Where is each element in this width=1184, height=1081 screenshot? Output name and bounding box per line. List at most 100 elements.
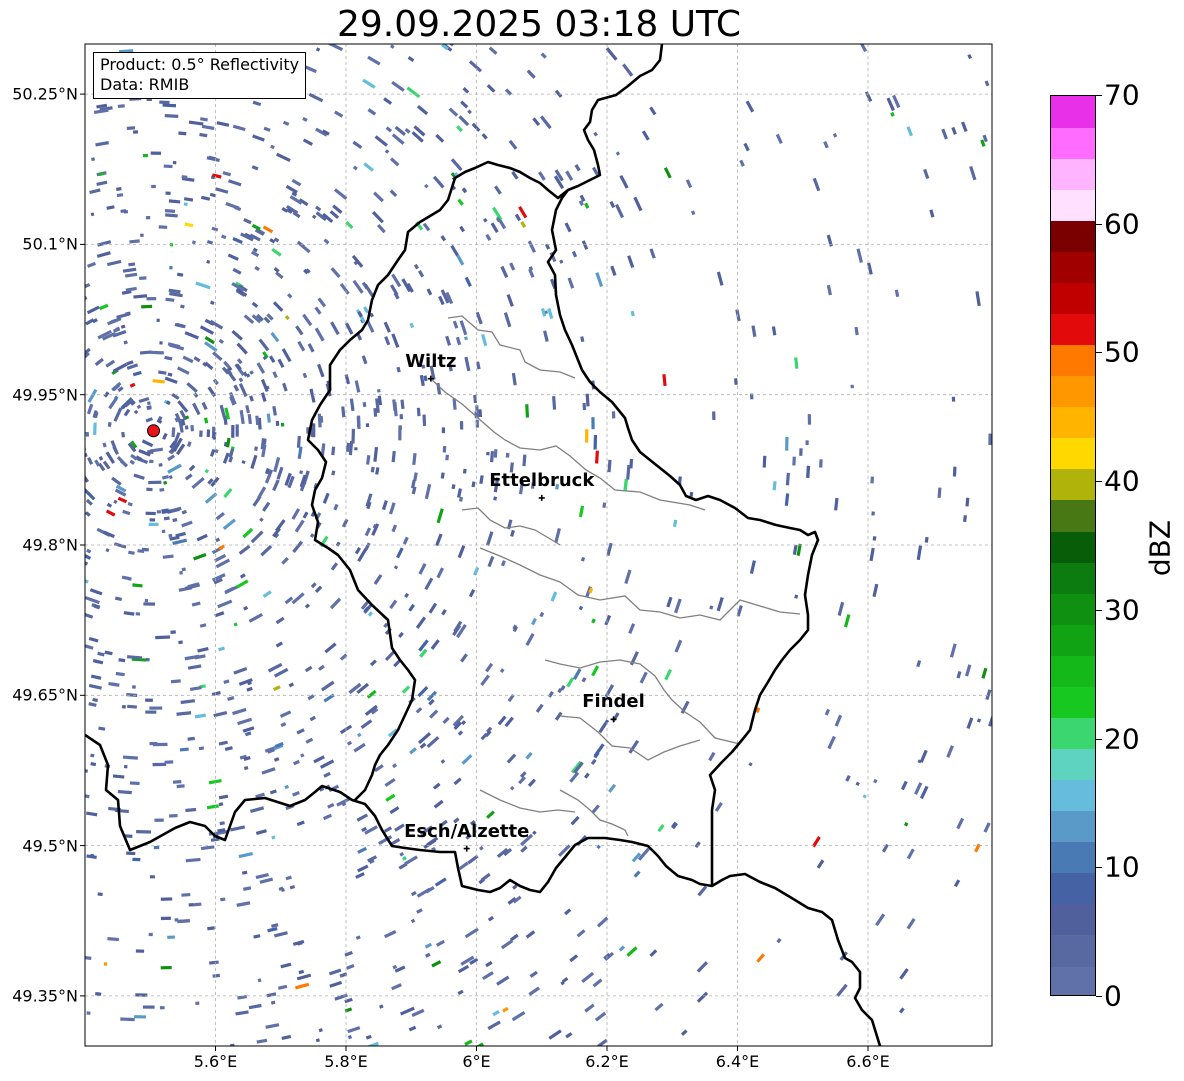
echo-pixel <box>356 732 362 738</box>
echo-pixel <box>116 456 127 467</box>
echo-pixel <box>776 938 782 944</box>
city-label: Wiltz <box>405 350 457 372</box>
echo-pixel <box>284 315 290 321</box>
echo-pixel <box>239 410 245 425</box>
echo-pixel <box>576 929 586 938</box>
echo-pixel <box>122 267 137 273</box>
colorbar-tick-label: 70 <box>1104 78 1140 112</box>
echo-pixel <box>567 277 575 289</box>
echo-pixel <box>176 711 192 716</box>
echo-pixel <box>416 407 421 417</box>
echo-pixel <box>225 201 240 210</box>
echo-pixel <box>223 679 230 684</box>
echo-pixel <box>834 714 843 727</box>
echo-pixel <box>218 646 225 652</box>
echo-pixel <box>128 550 135 555</box>
echo-pixel <box>592 978 603 988</box>
echo-pixel <box>151 184 156 189</box>
echo-pixel <box>139 276 147 280</box>
echo-pixel <box>271 835 276 840</box>
echo-pixel <box>951 396 956 402</box>
echo-pixel <box>201 401 208 411</box>
echo-pixel <box>864 91 873 102</box>
echo-pixel <box>739 159 745 167</box>
echo-pixel <box>275 616 285 625</box>
echo-pixel <box>191 476 205 490</box>
echo-pixel <box>330 267 341 279</box>
echo-pixel <box>581 240 589 250</box>
echo-pixel <box>93 422 97 436</box>
echo-pixel <box>270 1000 276 1005</box>
echo-pixel <box>179 570 183 575</box>
echo-pixel <box>181 567 186 572</box>
echo-pixel <box>188 903 194 907</box>
colorbar-tick-mark <box>1096 481 1102 483</box>
echo-pixel <box>160 897 173 901</box>
echo-pixel <box>126 655 143 660</box>
echo-pixel <box>630 310 635 317</box>
lat-tick-label: 50.1°N <box>22 234 78 254</box>
echo-pixel <box>236 342 248 355</box>
echo-pixel <box>565 170 574 181</box>
echo-pixel <box>90 674 102 680</box>
echo-pixel <box>426 736 440 748</box>
echo-pixel <box>180 304 185 309</box>
echo-pixel <box>956 670 962 679</box>
echo-pixel <box>148 1047 162 1050</box>
echo-pixel <box>383 97 393 105</box>
echo-pixel <box>442 445 447 453</box>
echo-pixel <box>113 542 127 549</box>
echo-pixel <box>623 478 628 491</box>
echo-pixel <box>595 450 599 464</box>
lat-tick-label: 49.35°N <box>12 986 78 1006</box>
echo-pixel <box>985 689 992 701</box>
echo-pixel <box>762 455 767 468</box>
echo-pixel <box>581 677 587 683</box>
echo-pixel <box>812 177 821 192</box>
echo-pixel <box>487 1020 501 1031</box>
echo-pixel <box>315 1038 320 1043</box>
echo-pixel <box>399 414 404 420</box>
echo-pixel <box>113 407 123 422</box>
echo-pixel <box>392 964 398 970</box>
echo-pixel <box>602 502 607 509</box>
echo-pixel <box>538 171 546 181</box>
echo-pixel <box>281 1034 292 1040</box>
echo-pixel <box>215 537 221 543</box>
echo-pixel <box>129 239 140 244</box>
echo-pixel <box>486 810 495 819</box>
echo-pixel <box>272 685 281 692</box>
echo-pixel <box>314 306 322 315</box>
echo-pixel <box>70 271 84 280</box>
echo-pixel <box>292 791 300 797</box>
echo-pixel <box>390 44 395 49</box>
echo-pixel <box>663 167 672 179</box>
echo-pixel <box>514 213 522 222</box>
echo-pixel <box>391 983 402 991</box>
echo-pixel <box>388 502 396 515</box>
echo-pixel <box>532 830 537 836</box>
echo-pixel <box>564 222 572 233</box>
echo-pixel <box>228 179 242 187</box>
echo-pixel <box>152 379 165 384</box>
echo-pixel <box>527 240 537 253</box>
echo-pixel <box>89 188 101 195</box>
echo-pixel <box>981 667 988 679</box>
echo-pixel <box>193 553 207 561</box>
echo-pixel <box>126 126 136 131</box>
echo-pixel <box>242 726 255 733</box>
echo-pixel <box>456 125 463 133</box>
radar-site-dot[interactable] <box>147 424 161 438</box>
echo-pixel <box>974 843 981 853</box>
echo-pixel <box>242 527 254 539</box>
radar-map[interactable] <box>0 0 1184 1081</box>
echo-pixel <box>432 782 441 790</box>
echo-pixel <box>199 623 207 628</box>
echo-pixel <box>120 1017 135 1022</box>
echo-pixel <box>248 612 263 623</box>
echo-pixel <box>506 294 514 307</box>
echo-pixel <box>162 554 174 559</box>
echo-pixel <box>347 1026 361 1034</box>
echo-pixel <box>792 456 796 466</box>
radar-site-marker[interactable] <box>147 424 161 438</box>
